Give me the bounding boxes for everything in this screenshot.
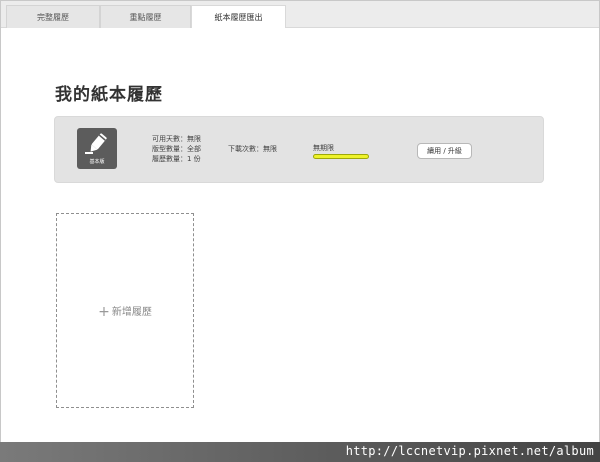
tab-paper-resume-export[interactable]: 紙本履歷匯出 [191,5,286,29]
watermark-bar: http://lccnetvip.pixnet.net/album [0,442,600,462]
add-resume-label-group: + 新增履歷 [57,303,193,320]
resume-count: 履歷數量：1 份 [152,155,201,163]
add-resume-label: 新增履歷 [111,307,152,318]
quota-label: 無期限 [313,144,334,152]
plan-details: 可用天數：無限 版型數量：全部 履歷數量：1 份 [152,134,201,164]
watermark-url: http://lccnetvip.pixnet.net/album [345,444,594,458]
template-count: 版型數量：全部 [152,145,201,153]
pen-icon [85,133,107,154]
quota-bar [313,154,369,159]
page-title: 我的紙本履歷 [55,85,163,105]
plan-icon: 基本版 [77,128,117,169]
available-days: 可用天數：無限 [152,135,201,143]
tab-bar: 完整履歷 重點履歷 紙本履歷匯出 [1,1,599,29]
tab-key-resume[interactable]: 重點履歷 [100,5,191,29]
download-count: 下載次數：無限 [228,145,277,153]
plus-icon: + [98,304,110,320]
tab-full-resume[interactable]: 完整履歷 [6,5,100,29]
renew-upgrade-button[interactable]: 續用 / 升級 [417,143,472,159]
add-resume-card[interactable]: + 新增履歷 [56,213,194,408]
plan-badge: 基本版 [89,159,105,165]
plan-summary: 基本版 可用天數：無限 版型數量：全部 履歷數量：1 份 下載次數：無限 無期限… [54,116,544,183]
